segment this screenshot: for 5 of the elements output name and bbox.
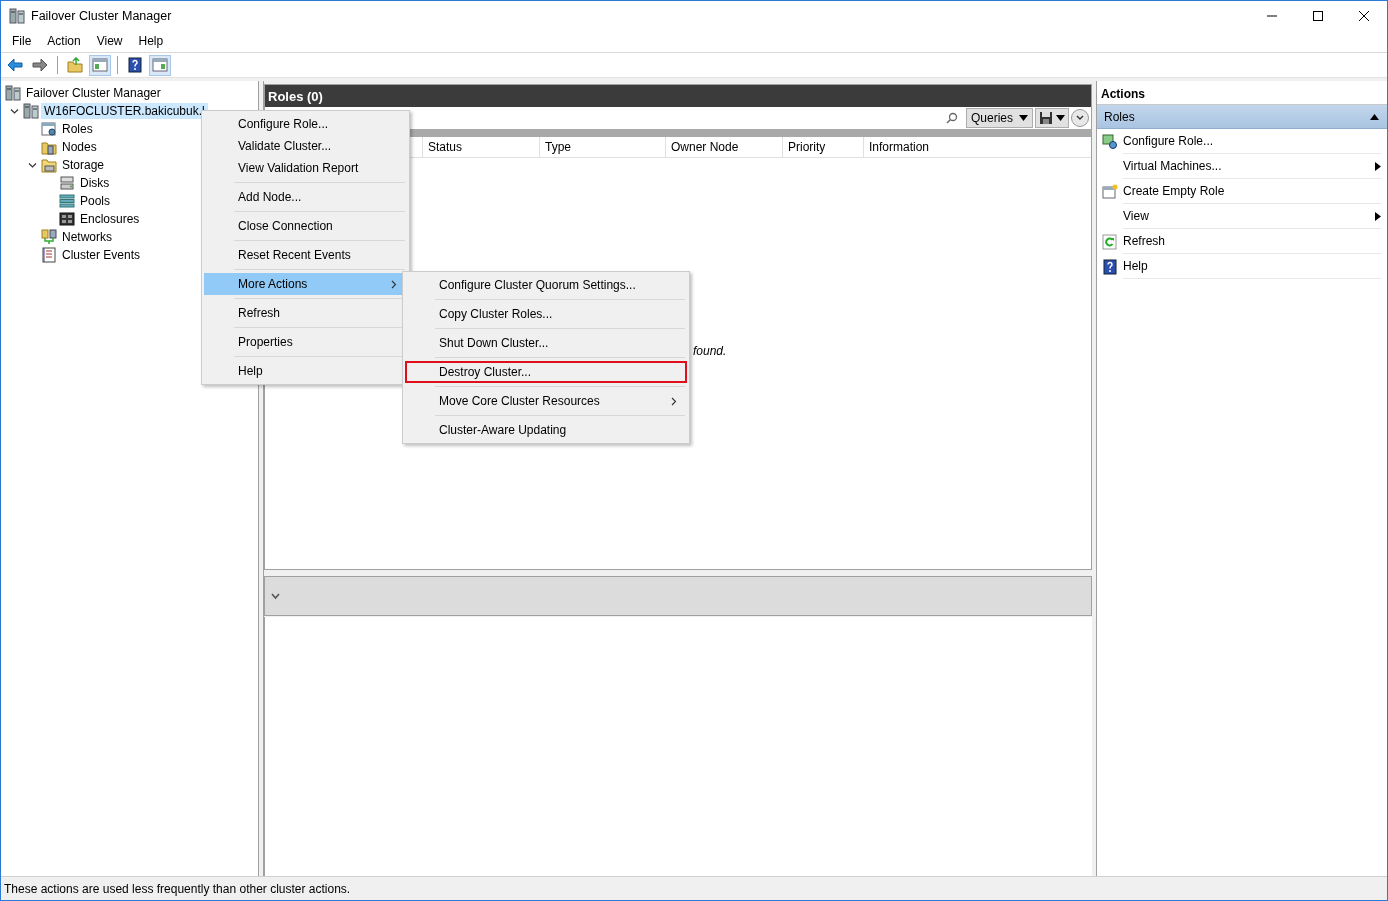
pane-title: Roles (0) <box>265 85 1091 107</box>
section-title: Roles <box>1104 109 1136 124</box>
window-title: Failover Cluster Manager <box>31 8 172 23</box>
empty-list-message: found. <box>693 344 727 358</box>
status-text: These actions are used less frequently than other cluster actions. <box>1 876 1387 900</box>
